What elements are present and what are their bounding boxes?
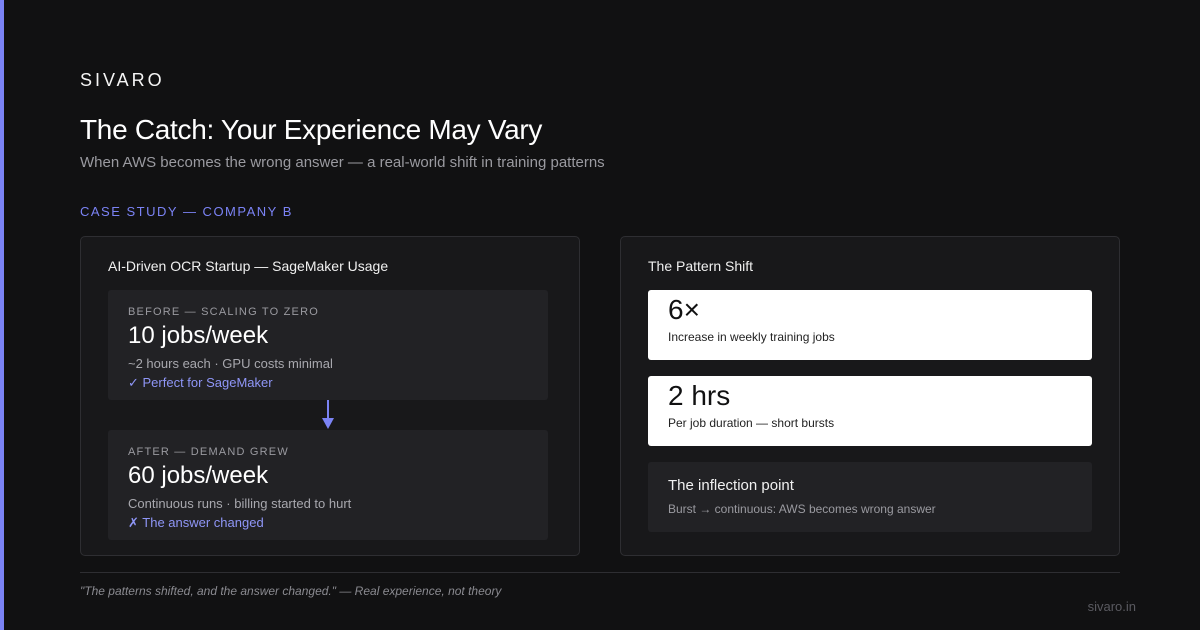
arrow-down-icon xyxy=(322,400,334,429)
before-note: ✓ Perfect for SageMaker xyxy=(128,375,273,390)
accent-bar xyxy=(0,0,4,630)
after-panel: AFTER — DEMAND GREW 60 jobs/week Continu… xyxy=(108,430,548,540)
page-subtitle: When AWS becomes the wrong answer — a re… xyxy=(80,154,605,171)
stat-value: 6× xyxy=(668,294,700,325)
inflection-text: Burst → continuous: AWS becomes wrong an… xyxy=(668,502,936,516)
after-value: 60 jobs/week xyxy=(128,462,269,489)
footer-domain: sivaro.in xyxy=(1087,599,1136,614)
usage-card-title: AI-Driven OCR Startup — SageMaker Usage xyxy=(108,258,389,274)
before-label: BEFORE — SCALING TO ZERO xyxy=(128,306,319,318)
section-label: CASE STUDY — COMPANY B xyxy=(80,204,293,219)
stat-box: 6× Increase in weekly training jobs xyxy=(648,290,1092,360)
after-note: ✗ The answer changed xyxy=(128,515,264,530)
footer-quote: "The patterns shifted, and the answer ch… xyxy=(80,584,502,598)
usage-card: AI-Driven OCR Startup — SageMaker Usage … xyxy=(80,236,580,556)
inflection-title: The inflection point xyxy=(668,477,794,494)
before-detail: ~2 hours each · GPU costs minimal xyxy=(128,356,333,371)
before-value: 10 jobs/week xyxy=(128,322,269,349)
stat-value: 2 hrs xyxy=(668,380,731,411)
stat-label: Increase in weekly training jobs xyxy=(668,330,835,344)
page-title: The Catch: Your Experience May Vary xyxy=(80,114,543,145)
pattern-card: The Pattern Shift 6× Increase in weekly … xyxy=(620,236,1120,556)
after-detail: Continuous runs · billing started to hur… xyxy=(128,496,352,511)
stat-label: Per job duration — short bursts xyxy=(668,416,835,430)
pattern-card-title: The Pattern Shift xyxy=(648,258,754,274)
after-label: AFTER — DEMAND GREW xyxy=(128,446,289,458)
before-panel: BEFORE — SCALING TO ZERO 10 jobs/week ~2… xyxy=(108,290,548,400)
inflection-panel: The inflection point Burst → continuous:… xyxy=(648,462,1092,532)
footer-divider xyxy=(80,572,1120,573)
brand-logo: SIVARO xyxy=(80,70,165,90)
stat-box: 2 hrs Per job duration — short bursts xyxy=(648,376,1092,446)
